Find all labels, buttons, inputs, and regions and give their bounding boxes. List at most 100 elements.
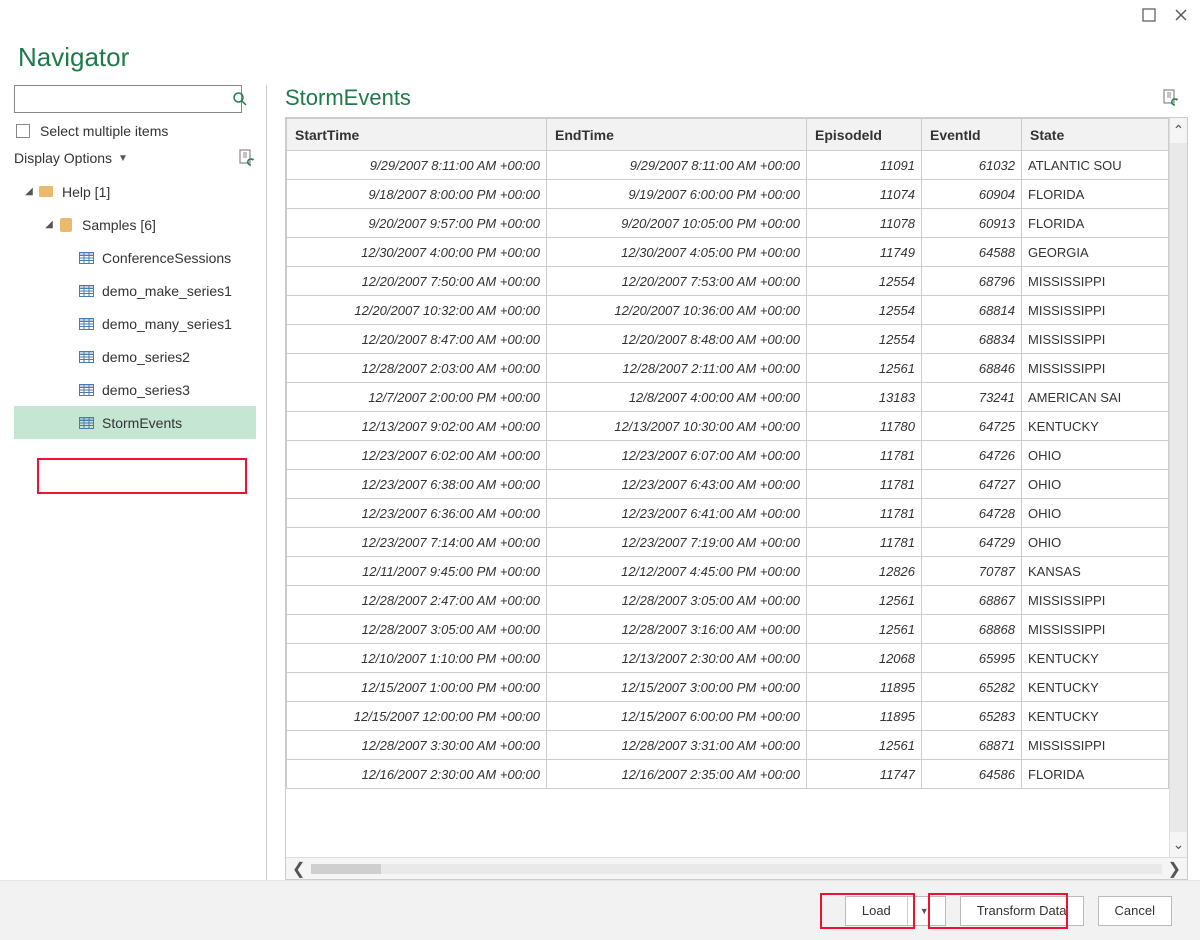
table-row[interactable]: 12/23/2007 6:38:00 AM +00:0012/23/2007 6… <box>287 470 1169 499</box>
column-header[interactable]: EndTime <box>547 119 807 151</box>
scroll-right-icon[interactable]: ❯ <box>1162 859 1187 879</box>
tree-item-label: demo_series3 <box>102 382 190 398</box>
table-row[interactable]: 9/18/2007 8:00:00 PM +00:009/19/2007 6:0… <box>287 180 1169 209</box>
cell: 11091 <box>807 151 922 180</box>
cell: 12/28/2007 3:31:00 AM +00:00 <box>547 731 807 760</box>
tree-toggle-icon[interactable]: ◢ <box>42 219 56 230</box>
cell: 12/20/2007 10:36:00 AM +00:00 <box>547 296 807 325</box>
cell: 12/28/2007 2:47:00 AM +00:00 <box>287 586 547 615</box>
preview-pane: StormEvents StartTimeEndTimeEpisodeIdEve… <box>285 85 1188 880</box>
load-button[interactable]: Load ▼ <box>845 896 946 926</box>
cell: 12/28/2007 3:05:00 AM +00:00 <box>287 615 547 644</box>
cell: OHIO <box>1022 441 1169 470</box>
tree-item-label: Help [1] <box>62 184 110 200</box>
horizontal-scrollbar[interactable]: ❮ ❯ <box>286 857 1187 879</box>
table-row[interactable]: 12/23/2007 6:02:00 AM +00:0012/23/2007 6… <box>287 441 1169 470</box>
cell: ATLANTIC SOU <box>1022 151 1169 180</box>
table-row[interactable]: 12/7/2007 2:00:00 PM +00:0012/8/2007 4:0… <box>287 383 1169 412</box>
cell: OHIO <box>1022 470 1169 499</box>
cell: MISSISSIPPI <box>1022 325 1169 354</box>
table-row[interactable]: 12/28/2007 3:05:00 AM +00:0012/28/2007 3… <box>287 615 1169 644</box>
cell: KENTUCKY <box>1022 644 1169 673</box>
chevron-down-icon[interactable]: ▼ <box>912 906 929 916</box>
scroll-down-icon[interactable]: ⌄ <box>1173 832 1185 857</box>
scroll-left-icon[interactable]: ❮ <box>286 859 311 879</box>
table-row[interactable]: 12/15/2007 12:00:00 PM +00:0012/15/2007 … <box>287 702 1169 731</box>
cell: 12/13/2007 2:30:00 AM +00:00 <box>547 644 807 673</box>
cell: 12/23/2007 6:43:00 AM +00:00 <box>547 470 807 499</box>
cell: 64727 <box>922 470 1022 499</box>
column-header[interactable]: State <box>1022 119 1169 151</box>
table-row[interactable]: 9/20/2007 9:57:00 PM +00:009/20/2007 10:… <box>287 209 1169 238</box>
display-options-dropdown[interactable]: Display Options ▼ <box>14 150 128 166</box>
cell: 64726 <box>922 441 1022 470</box>
table-row[interactable]: 12/20/2007 10:32:00 AM +00:0012/20/2007 … <box>287 296 1169 325</box>
cell: 11749 <box>807 238 922 267</box>
table-row[interactable]: 12/11/2007 9:45:00 PM +00:0012/12/2007 4… <box>287 557 1169 586</box>
tree-item-conferencesessions[interactable]: ConferenceSessions <box>14 241 256 274</box>
tree-item-demo-series3[interactable]: demo_series3 <box>14 373 256 406</box>
select-multiple-row[interactable]: Select multiple items <box>16 123 256 139</box>
tree-item-samples-6-[interactable]: ◢ Samples [6] <box>14 208 256 241</box>
preview-refresh-icon[interactable] <box>1162 89 1180 107</box>
checkbox-icon[interactable] <box>16 124 30 138</box>
cell: MISSISSIPPI <box>1022 267 1169 296</box>
table-row[interactable]: 12/20/2007 7:50:00 AM +00:0012/20/2007 7… <box>287 267 1169 296</box>
tree-item-label: demo_many_series1 <box>102 316 232 332</box>
table-row[interactable]: 12/23/2007 6:36:00 AM +00:0012/23/2007 6… <box>287 499 1169 528</box>
scroll-thumb[interactable] <box>311 864 381 874</box>
table-row[interactable]: 12/20/2007 8:47:00 AM +00:0012/20/2007 8… <box>287 325 1169 354</box>
tree-toggle-icon[interactable]: ◢ <box>22 186 36 197</box>
cell: 12554 <box>807 325 922 354</box>
data-source-tree: ◢Help [1]◢Samples [6]ConferenceSessionsd… <box>14 175 256 439</box>
tree-item-stormevents[interactable]: StormEvents <box>14 406 256 439</box>
table-row[interactable]: 12/28/2007 2:47:00 AM +00:0012/28/2007 3… <box>287 586 1169 615</box>
cancel-button[interactable]: Cancel <box>1098 896 1172 926</box>
cell: 64588 <box>922 238 1022 267</box>
table-row[interactable]: 12/30/2007 4:00:00 PM +00:0012/30/2007 4… <box>287 238 1169 267</box>
cell: KENTUCKY <box>1022 412 1169 441</box>
refresh-icon[interactable] <box>238 149 256 167</box>
table-row[interactable]: 12/28/2007 3:30:00 AM +00:0012/28/2007 3… <box>287 731 1169 760</box>
table-icon <box>78 349 94 365</box>
close-icon[interactable] <box>1174 8 1188 22</box>
table-row[interactable]: 12/10/2007 1:10:00 PM +00:0012/13/2007 2… <box>287 644 1169 673</box>
search-icon[interactable] <box>232 91 248 107</box>
tree-item-demo-make-series1[interactable]: demo_make_series1 <box>14 274 256 307</box>
maximize-icon[interactable] <box>1142 8 1156 22</box>
vertical-scrollbar[interactable]: ⌃ ⌄ <box>1169 118 1187 857</box>
search-input[interactable] <box>14 85 242 113</box>
cell: MISSISSIPPI <box>1022 731 1169 760</box>
table-row[interactable]: 9/29/2007 8:11:00 AM +00:009/29/2007 8:1… <box>287 151 1169 180</box>
cell: 11781 <box>807 528 922 557</box>
table-row[interactable]: 12/15/2007 1:00:00 PM +00:0012/15/2007 3… <box>287 673 1169 702</box>
cell: 65283 <box>922 702 1022 731</box>
cell: 12/28/2007 3:30:00 AM +00:00 <box>287 731 547 760</box>
column-header[interactable]: EventId <box>922 119 1022 151</box>
split-button-separator <box>907 897 908 925</box>
column-header[interactable]: EpisodeId <box>807 119 922 151</box>
tree-item-demo-series2[interactable]: demo_series2 <box>14 340 256 373</box>
scroll-track[interactable] <box>311 864 1161 874</box>
cell: 68867 <box>922 586 1022 615</box>
tree-item-demo-many-series1[interactable]: demo_many_series1 <box>14 307 256 340</box>
cell: 11781 <box>807 441 922 470</box>
cell: 11074 <box>807 180 922 209</box>
table-row[interactable]: 12/28/2007 2:03:00 AM +00:0012/28/2007 2… <box>287 354 1169 383</box>
scroll-up-icon[interactable]: ⌃ <box>1173 118 1185 143</box>
dialog-footer: Load ▼ Transform Data Cancel <box>0 880 1200 940</box>
table-row[interactable]: 12/13/2007 9:02:00 AM +00:0012/13/2007 1… <box>287 412 1169 441</box>
tree-item-help-1-[interactable]: ◢ Help [1] <box>14 175 256 208</box>
scroll-track[interactable] <box>1170 143 1187 832</box>
navigator-sidebar: Select multiple items Display Options ▼ … <box>12 85 260 880</box>
cell: MISSISSIPPI <box>1022 586 1169 615</box>
cell: 12/30/2007 4:05:00 PM +00:00 <box>547 238 807 267</box>
column-header[interactable]: StartTime <box>287 119 547 151</box>
folder-icon <box>38 184 54 200</box>
table-row[interactable]: 12/16/2007 2:30:00 AM +00:0012/16/2007 2… <box>287 760 1169 789</box>
select-multiple-label: Select multiple items <box>40 123 168 139</box>
tree-item-label: Samples [6] <box>82 217 156 233</box>
table-row[interactable]: 12/23/2007 7:14:00 AM +00:0012/23/2007 7… <box>287 528 1169 557</box>
transform-data-button[interactable]: Transform Data <box>960 896 1084 926</box>
cell: AMERICAN SAI <box>1022 383 1169 412</box>
